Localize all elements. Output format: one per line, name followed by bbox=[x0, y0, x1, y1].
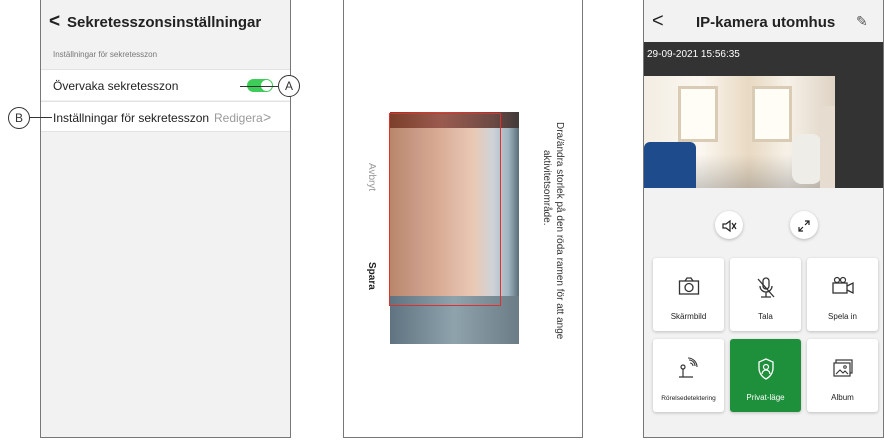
privacy-zone-editor-screen: 29-09-2021 15:56:35 Dra/ändra storlek på… bbox=[343, 0, 583, 438]
edit-link[interactable]: Redigera bbox=[214, 111, 263, 125]
privacy-zone-frame[interactable] bbox=[389, 113, 501, 306]
pencil-icon[interactable]: ✎ bbox=[856, 13, 868, 30]
snapshot-timestamp: 29-09-2021 15:56:35 bbox=[516, 119, 527, 212]
motion-sensor-icon bbox=[653, 357, 724, 384]
tile-label: Rörelsedetektering bbox=[661, 395, 716, 402]
header: < IP-kamera utomhus ✎ bbox=[644, 0, 883, 42]
scene-window bbox=[752, 86, 792, 142]
instruction-text: Dra/ändra storlek på den röda ramen för … bbox=[554, 122, 565, 340]
page-title: IP-kamera utomhus bbox=[696, 14, 836, 31]
instruction-text-continued: aktivitetsområde. bbox=[541, 150, 552, 226]
chevron-right-icon: > bbox=[263, 109, 272, 125]
tile-label: Tala bbox=[758, 312, 773, 321]
monitor-privacy-zone-row: Övervaka sekretesszon bbox=[41, 69, 290, 100]
motion-detection-tile[interactable]: Rörelsedetektering bbox=[653, 339, 724, 412]
monitor-privacy-zone-label: Övervaka sekretesszon bbox=[53, 79, 179, 93]
expand-icon[interactable] bbox=[790, 211, 818, 239]
video-frame bbox=[644, 76, 835, 188]
scene-shelf bbox=[820, 106, 835, 188]
scene-sofa bbox=[644, 142, 696, 188]
tile-label: Spela in bbox=[828, 312, 857, 321]
tile-label: Album bbox=[831, 393, 854, 402]
privacy-zone-settings-row[interactable]: Inställningar för sekretesszon Redigera … bbox=[41, 101, 290, 132]
header: < Sekretesszonsinställningar bbox=[41, 0, 290, 40]
callout-a: A bbox=[278, 75, 300, 97]
scene-chair bbox=[792, 134, 822, 184]
privacy-shield-icon bbox=[730, 357, 801, 386]
privacy-zone-settings-label: Inställningar för sekretesszon bbox=[53, 111, 210, 125]
album-tile[interactable]: Album bbox=[807, 339, 878, 412]
screenshot-tile[interactable]: Skärmbild bbox=[653, 258, 724, 331]
tile-label: Skärmbild bbox=[670, 312, 707, 321]
live-video[interactable]: 29-09-2021 15:56:35 bbox=[644, 42, 883, 188]
tile-label: Privat-läge bbox=[746, 393, 785, 402]
privacy-mode-tile[interactable]: Privat-läge bbox=[730, 339, 801, 412]
cancel-button[interactable]: Avbryt bbox=[366, 163, 377, 191]
video-camera-icon bbox=[807, 276, 878, 301]
microphone-muted-icon bbox=[730, 276, 801, 305]
privacy-settings-screen: < Sekretesszonsinställningar Inställning… bbox=[40, 0, 291, 438]
camera-icon bbox=[653, 276, 724, 301]
callout-a-line bbox=[240, 86, 278, 87]
save-button[interactable]: Spara bbox=[366, 262, 377, 290]
section-label: Inställningar för sekretesszon bbox=[53, 50, 158, 59]
gallery-icon bbox=[807, 357, 878, 384]
video-timestamp: 29-09-2021 15:56:35 bbox=[647, 49, 740, 60]
scene-window bbox=[678, 86, 718, 142]
speaker-muted-icon[interactable] bbox=[715, 211, 743, 239]
page-title: Sekretesszonsinställningar bbox=[67, 14, 262, 31]
back-button[interactable]: < bbox=[652, 10, 664, 33]
back-button[interactable]: < bbox=[49, 11, 60, 33]
ip-camera-screen: < IP-kamera utomhus ✎ 29-09-2021 15:56:3… bbox=[643, 0, 884, 438]
callout-b: B bbox=[8, 107, 30, 129]
callout-b-line bbox=[30, 117, 52, 118]
talk-tile[interactable]: Tala bbox=[730, 258, 801, 331]
record-tile[interactable]: Spela in bbox=[807, 258, 878, 331]
